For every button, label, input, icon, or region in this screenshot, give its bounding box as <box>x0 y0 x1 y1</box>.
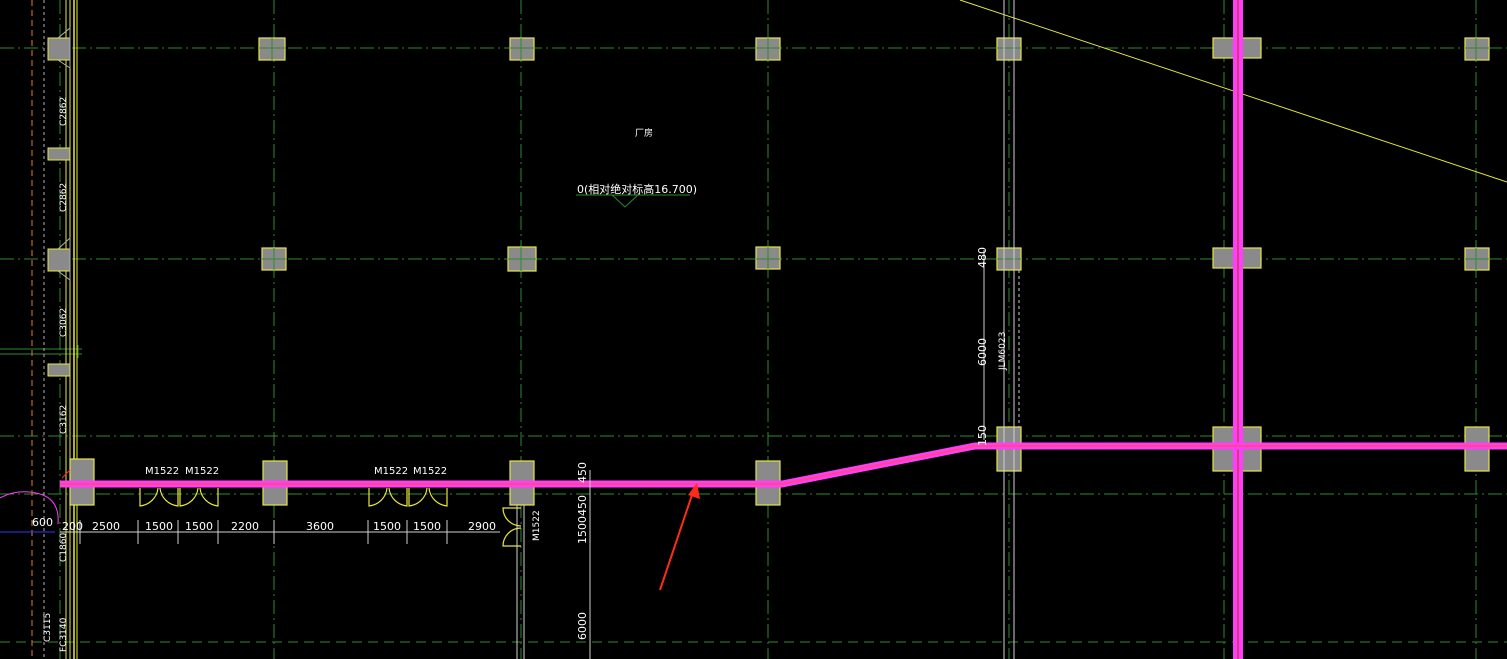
left-exterior-wall[interactable] <box>31 0 78 659</box>
column[interactable] <box>509 37 535 61</box>
dim-text[interactable]: 1500 <box>185 520 213 533</box>
door-vertical[interactable] <box>502 507 522 547</box>
red-annotation-arrow <box>659 483 700 591</box>
opening-tag[interactable]: JLM6023 <box>998 332 1008 371</box>
dim-text[interactable]: 480 <box>976 247 989 268</box>
dim-text[interactable]: 2200 <box>231 520 259 533</box>
window-tag[interactable]: C3162 <box>59 405 69 434</box>
door-tag[interactable]: M1522 <box>374 466 408 477</box>
dim-text[interactable]: 1500450 <box>576 495 589 544</box>
dim-text[interactable]: 200 <box>62 520 83 533</box>
door-tag[interactable]: M1522 <box>413 466 447 477</box>
window-tag[interactable]: C3115 <box>43 613 53 642</box>
wall-column[interactable] <box>47 248 71 272</box>
dim-text[interactable]: 2500 <box>92 520 120 533</box>
dim-text[interactable]: 1500 <box>373 520 401 533</box>
door-tag[interactable]: M1522 <box>145 466 179 477</box>
dim-text[interactable]: 450 <box>576 462 589 483</box>
window-block[interactable] <box>47 147 71 161</box>
dim-text[interactable]: 150 <box>976 425 989 446</box>
dimension-line <box>60 250 985 659</box>
door-group-2[interactable] <box>368 487 448 507</box>
dim-text[interactable]: 6000 <box>976 338 989 366</box>
column-center-marks <box>259 38 1489 271</box>
dim-text[interactable]: 1500 <box>145 520 173 533</box>
door-tag[interactable]: M1522 <box>532 510 542 541</box>
columns[interactable] <box>69 37 1490 506</box>
door-group-1[interactable] <box>139 487 219 507</box>
room-name-label[interactable]: 厂房 <box>635 127 653 139</box>
elevation-marker[interactable] <box>576 194 690 208</box>
window-tag[interactable]: C2862 <box>59 183 69 212</box>
dim-text[interactable]: 2900 <box>468 520 496 533</box>
wall-column[interactable] <box>47 37 71 61</box>
elevation-label[interactable]: 0(相对绝对标高16.700) <box>577 182 697 196</box>
window-tag[interactable]: C2862 <box>59 97 69 126</box>
axis-grid <box>0 0 1507 659</box>
dim-text[interactable]: 6000 <box>576 612 589 640</box>
door-tag[interactable]: M1522 <box>185 466 219 477</box>
dim-text[interactable]: 3600 <box>306 520 334 533</box>
column[interactable] <box>996 37 1022 61</box>
dim-text[interactable]: 600 <box>32 516 53 529</box>
cad-drawing-canvas[interactable]: 厂房 0(相对绝对标高16.700) M1522 M1522 M1522 M15… <box>0 0 1507 659</box>
dim-text[interactable]: 1500 <box>413 520 441 533</box>
window-block[interactable] <box>47 363 71 377</box>
window-tag[interactable]: C3062 <box>59 308 69 337</box>
window-tag[interactable]: FC3140 <box>59 617 69 652</box>
window-tag[interactable]: C1860 <box>59 533 69 562</box>
vertical-wall-magenta[interactable] <box>1233 0 1243 659</box>
column[interactable] <box>1464 37 1490 61</box>
